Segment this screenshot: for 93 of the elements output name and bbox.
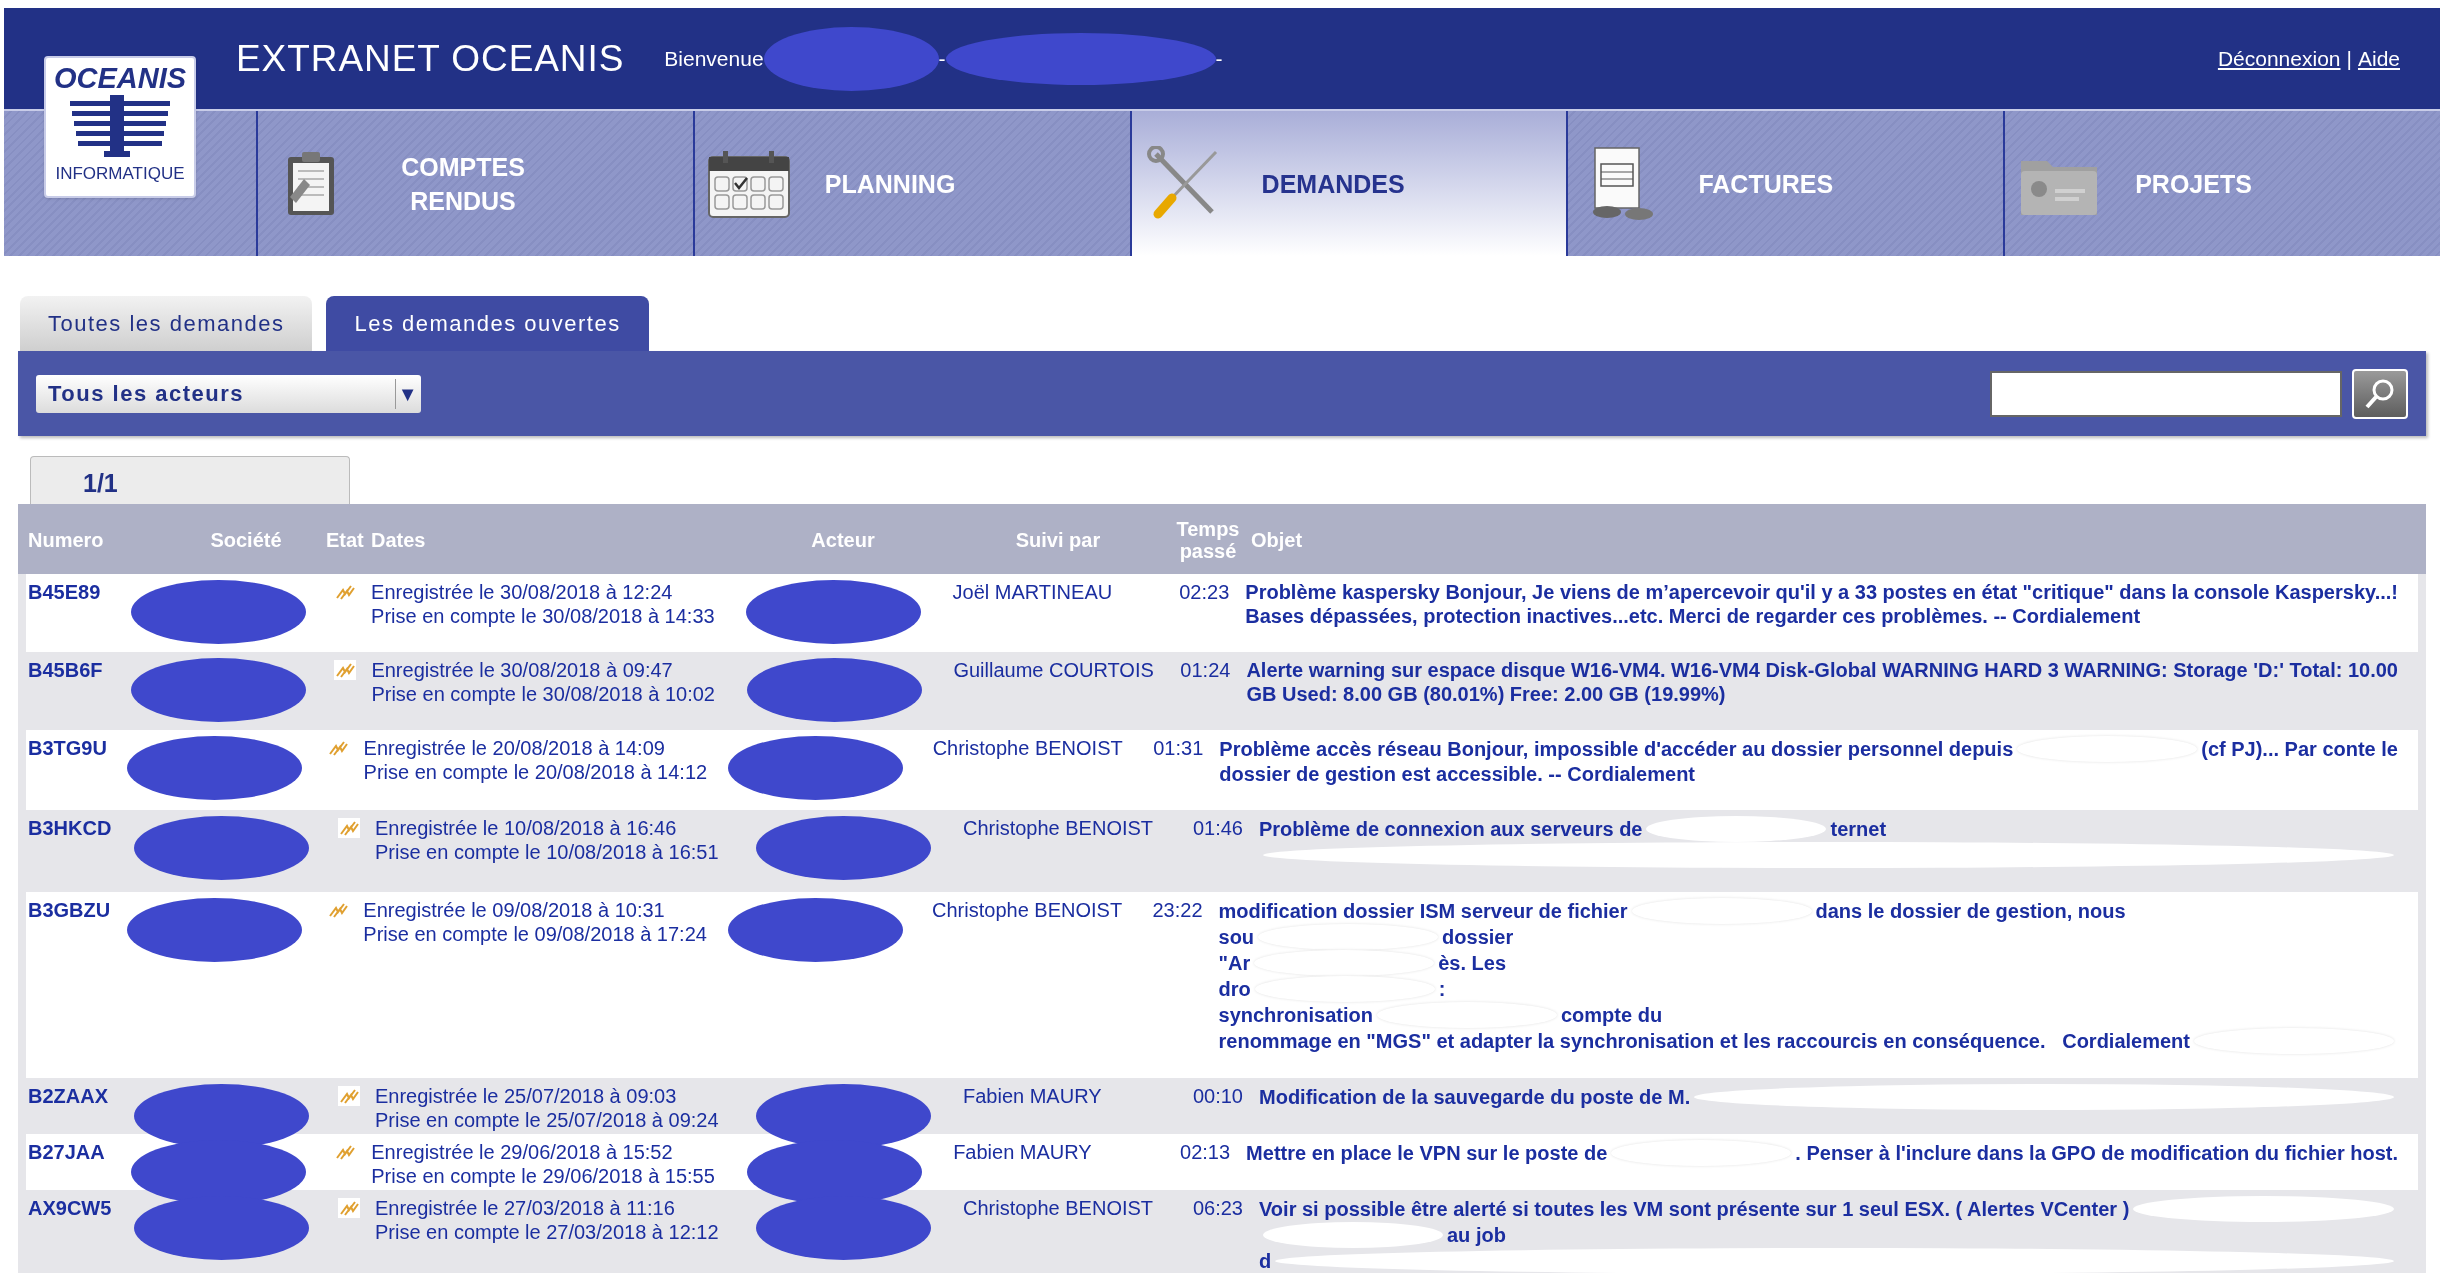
follower-name: Fabien MAURY <box>962 1084 1103 1109</box>
time-spent: 02:23 <box>1178 580 1230 605</box>
request-subject: Problème accès réseau Bonjour, impossible d'accéder au dossier personnel depuis <box>1219 737 2014 761</box>
follower-name: Guillaume COURTOIS <box>952 658 1155 683</box>
registered-date: Enregistrée le 30/08/2018 à 12:24 <box>371 580 674 604</box>
time-spent: 01:46 <box>1191 816 1243 841</box>
request-subject: : <box>1438 977 1446 1001</box>
registered-date: Enregistrée le 09/08/2018 à 10:31 <box>363 898 666 922</box>
taken-date: Prise en compte le 25/07/2018 à 09:24 <box>375 1108 720 1132</box>
follower-name: Joël MARTINEAU <box>951 580 1114 605</box>
request-number[interactable]: B45B6F <box>26 658 116 706</box>
request-subject: Bases dépassées, protection inactives...etc. Merci de regarder ces problèmes. -- Cordialement <box>1245 604 2141 628</box>
request-subject: d <box>1259 1249 1272 1273</box>
search-button[interactable] <box>2352 368 2408 419</box>
registered-date: Enregistrée le 20/08/2018 à 14:09 <box>363 736 666 760</box>
separator-text: - <box>1215 45 1223 72</box>
request-number[interactable]: B3TG9U <box>26 736 114 786</box>
welcome-text: Bienvenue <box>664 45 764 72</box>
taken-date: Prise en compte le 10/08/2018 à 16:51 <box>375 840 720 864</box>
request-subject: Voir si possible être alerté si toutes les VM sont présente sur 1 seul ESX. ( Alertes VCenter ) <box>1259 1197 2130 1221</box>
registered-date: Enregistrée le 29/06/2018 à 15:52 <box>371 1140 674 1164</box>
registered-date: Enregistrée le 25/07/2018 à 09:03 <box>375 1084 678 1108</box>
registered-date: Enregistrée le 30/08/2018 à 09:47 <box>371 658 674 682</box>
request-subject: modification dossier ISM serveur de fichier <box>1218 899 1628 923</box>
request-subject: Alerte warning sur espace disque W16-VM4. W16-VM4 Disk-Global WARNING HARD 3 WARNING: Storage 'D:' Total: 10.00 <box>1246 658 2398 682</box>
request-number[interactable]: B27JAA <box>26 1140 116 1188</box>
request-number[interactable]: B3HKCD <box>26 816 116 868</box>
taken-date: Prise en compte le 09/08/2018 à 17:24 <box>363 922 708 946</box>
tab[interactable]: Les demandes ouvertes <box>326 296 649 351</box>
request-subject: "Ar <box>1218 951 1251 975</box>
request-subject: sou <box>1218 925 1255 949</box>
time-spent: 00:10 <box>1191 1084 1243 1109</box>
follower-name: Christophe BENOIST <box>931 898 1124 923</box>
column-header: Temps passé <box>1175 518 1241 562</box>
status-icon <box>337 1198 360 1218</box>
time-spent: 02:13 <box>1179 1140 1231 1165</box>
search-field[interactable] <box>1990 370 2342 417</box>
request-subject: renommage en "MGS" et adapter la synchronisation et les raccourcis en conséquence. Cordialement <box>1218 1029 2190 1053</box>
request-subject: dossier de gestion est accessible. -- Cordialement <box>1219 762 1696 786</box>
follower-name: Fabien MAURY <box>952 1140 1093 1165</box>
request-subject: ès. Les <box>1438 951 1507 975</box>
request-subject: Mettre en place le VPN sur le poste de <box>1246 1141 1608 1165</box>
column-header: Numero <box>27 528 105 553</box>
time-spent: 01:31 <box>1152 736 1204 761</box>
column-header: Suivi par <box>1014 528 1102 553</box>
request-subject: Problème de connexion aux serveurs de <box>1259 817 1643 841</box>
follower-name: Christophe BENOIST <box>962 816 1155 841</box>
request-number[interactable]: B3GBZU <box>26 898 113 1054</box>
request-subject: . Penser à l'inclure dans la GPO de modification du fichier host. <box>1795 1141 2398 1165</box>
taken-date: Prise en compte le 20/08/2018 à 14:12 <box>363 760 709 784</box>
follower-name: Christophe BENOIST <box>931 736 1124 761</box>
request-subject: GB Used: 8.00 GB (80.01%) Free: 2.00 GB (19.99%) <box>1246 682 1726 706</box>
separator-text: - <box>938 45 946 72</box>
nav-tab[interactable]: DEMANDES <box>1129 111 1567 256</box>
logo-name: OCEANIS <box>53 64 187 93</box>
app-title: EXTRANET OCEANIS <box>236 36 625 81</box>
status-icon <box>334 660 357 680</box>
actor-dropdown[interactable]: Tous les acteurs ▼ <box>36 374 421 413</box>
request-subject: au job <box>1447 1223 1506 1247</box>
taken-date: Prise en compte le 30/08/2018 à 10:02 <box>371 682 716 706</box>
time-spent: 01:24 <box>1179 658 1231 683</box>
logout-link[interactable]: Déconnexion <box>2217 42 2341 75</box>
tab[interactable]: Toutes les demandes <box>20 296 313 351</box>
request-subject: synchronisation <box>1218 1003 1373 1027</box>
request-subject: (cf PJ)... Par conte le <box>2201 737 2398 761</box>
request-subject: Modification de la sauvegarde du poste de M. <box>1259 1085 1691 1109</box>
request-subject: dans le dossier de gestion, nous <box>1815 899 2126 923</box>
taken-date: Prise en compte le 29/06/2018 à 15:55 <box>371 1164 716 1188</box>
taken-date: Prise en compte le 27/03/2018 à 12:12 <box>375 1220 720 1244</box>
request-number[interactable]: B2ZAAX <box>26 1084 116 1132</box>
registered-date: Enregistrée le 10/08/2018 à 16:46 <box>375 816 678 840</box>
column-header: Objet <box>1250 528 1304 553</box>
request-subject: dro <box>1218 977 1251 1001</box>
calendar-icon <box>706 148 791 219</box>
column-header: Etat <box>326 528 365 553</box>
column-header: Acteur <box>810 528 876 553</box>
follower-name: Christophe BENOIST <box>962 1196 1155 1221</box>
taken-date: Prise en compte le 30/08/2018 à 14:33 <box>371 604 716 628</box>
time-spent: 06:23 <box>1191 1196 1243 1221</box>
request-subject: dossier <box>1442 925 1514 949</box>
link-separator: | <box>2346 45 2352 72</box>
request-subject: compte du <box>1561 1003 1663 1027</box>
registered-date: Enregistrée le 27/03/2018 à 11:16 <box>375 1196 676 1220</box>
time-spent: 23:22 <box>1151 898 1203 923</box>
request-subject: Problème kaspersky Bonjour, Je viens de m’apercevoir qu'il y a 33 postes en état "critique" dans la console Kaspersky...! <box>1245 580 2398 604</box>
request-number[interactable]: B45E89 <box>26 580 115 628</box>
column-header: Société <box>209 528 283 553</box>
help-link[interactable]: Aide <box>2357 42 2400 75</box>
request-number[interactable]: AX9CW5 <box>26 1196 116 1273</box>
status-icon <box>337 1086 360 1106</box>
column-header: Dates <box>371 528 427 553</box>
request-subject: ternet <box>1830 817 1887 841</box>
status-icon <box>337 818 360 838</box>
